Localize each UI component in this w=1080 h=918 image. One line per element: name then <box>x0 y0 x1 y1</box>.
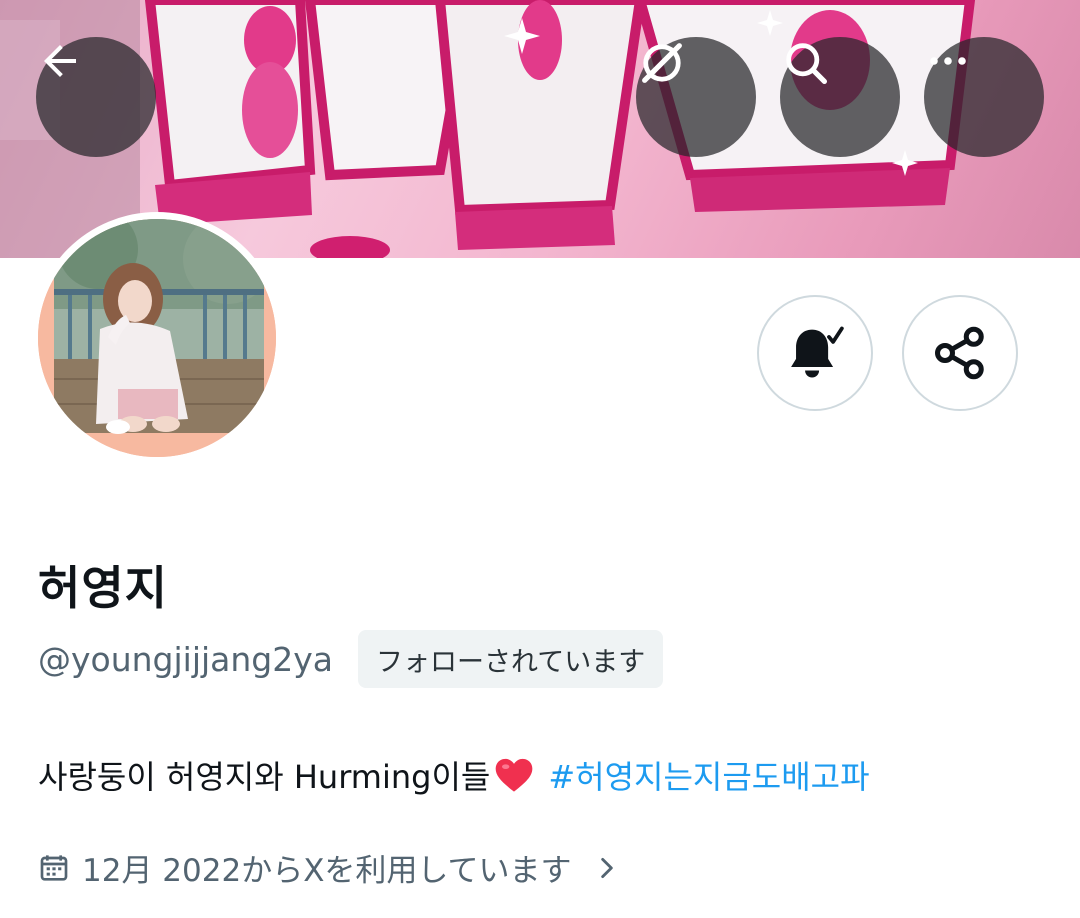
notifications-button[interactable] <box>757 295 873 411</box>
avatar-photo <box>38 219 276 457</box>
search-icon <box>786 43 828 85</box>
joined-date-row[interactable]: 12月 2022からXを利用しています <box>38 845 620 890</box>
more-button[interactable] <box>924 37 1044 157</box>
chevron-right-icon <box>594 853 620 883</box>
grok-icon <box>642 43 682 83</box>
bio-hashtag-link[interactable]: #허영지는지금도배고파 <box>548 752 869 798</box>
follows-you-badge: フォローされています <box>358 630 664 688</box>
bell-check-icon <box>791 326 844 378</box>
profile-bio: 사랑둥이 허영지와 Hurming이들 #허영지는지금도배고파 <box>38 752 870 798</box>
heart-emoji <box>494 756 534 794</box>
joined-date-text: 12月 2022からXを利用しています <box>82 853 572 889</box>
calendar-icon <box>38 852 70 884</box>
follows-you-label: フォローされています <box>376 646 646 678</box>
search-button[interactable] <box>780 37 900 157</box>
share-button[interactable] <box>902 295 1018 411</box>
username-handle: @youngjijjang2ya <box>38 640 334 679</box>
avatar[interactable] <box>38 219 276 457</box>
profile-page: 허영지 @youngjijjang2ya フォローされています 사랑둥이 허영지… <box>0 0 1080 918</box>
grok-button[interactable] <box>636 37 756 157</box>
arrow-left-icon <box>44 45 76 77</box>
display-name: 허영지 <box>38 561 168 615</box>
share-icon <box>935 326 984 380</box>
bio-text: 사랑둥이 허영지와 Hurming이들 <box>38 758 491 796</box>
back-button[interactable] <box>36 37 156 157</box>
more-horizontal-icon <box>930 57 966 65</box>
